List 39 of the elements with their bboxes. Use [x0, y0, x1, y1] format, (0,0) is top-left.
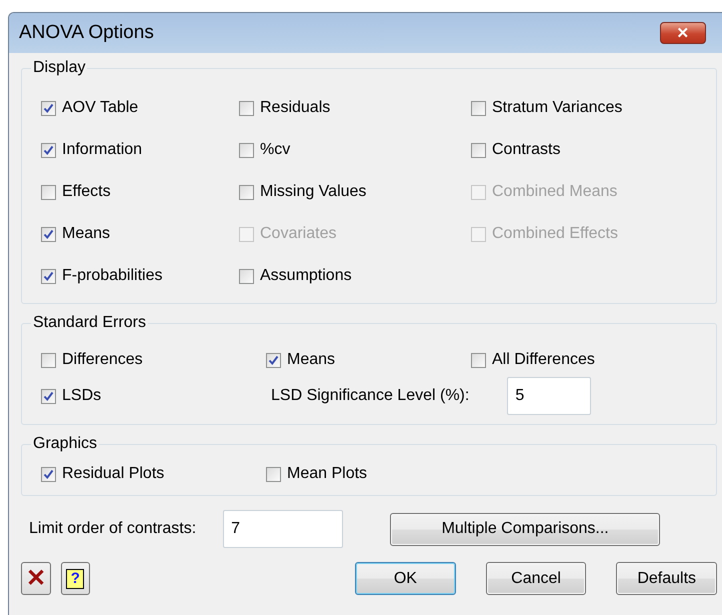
check-icon [43, 102, 54, 114]
checkbox[interactable]: Information [41, 141, 142, 159]
multiple-comparisons-button[interactable]: Multiple Comparisons... [390, 512, 660, 546]
checkbox[interactable]: Stratum Variances [471, 99, 622, 117]
checkbox[interactable]: Mean Plots [266, 465, 368, 483]
check-icon [268, 354, 279, 366]
dialog-button[interactable]: Cancel [486, 562, 586, 595]
checkbox[interactable]: Means [266, 351, 336, 369]
checkbox[interactable]: %cv [239, 141, 290, 159]
check-icon [43, 144, 54, 156]
checkbox[interactable]: Effects [41, 183, 111, 201]
checkbox[interactable]: Residual Plots [41, 465, 164, 483]
limit-order-label: Limit order of contrasts: [29, 520, 196, 538]
group-legend: Standard Errors [31, 314, 148, 332]
limit-order-field[interactable]: 7 [223, 510, 344, 548]
checkbox[interactable]: Contrasts [471, 141, 560, 159]
help-button[interactable]: ? [60, 562, 90, 595]
checkbox[interactable]: All Differences [471, 351, 595, 369]
check-icon [43, 228, 54, 240]
checkbox[interactable]: Differences [41, 351, 143, 369]
checkbox[interactable]: Means [41, 225, 110, 243]
check-icon [43, 270, 54, 282]
close-button[interactable]: ✕ [660, 22, 706, 44]
checkbox[interactable]: Missing Values [239, 183, 366, 201]
check-icon [43, 390, 54, 402]
checkbox[interactable]: Residuals [239, 99, 330, 117]
checkbox[interactable]: LSDs [41, 387, 102, 405]
group-legend: Graphics [31, 435, 100, 453]
dialog-button[interactable]: OK [355, 562, 456, 595]
checkbox[interactable]: F-probabilities [41, 267, 162, 285]
lsd-level-field[interactable]: 5 [507, 377, 592, 415]
group-legend: Display [31, 59, 88, 77]
checkbox[interactable]: Assumptions [239, 267, 352, 285]
check-icon [43, 468, 54, 480]
dialog-button[interactable]: Defaults [616, 562, 718, 595]
cancel-icon-button[interactable]: ✕ [21, 562, 51, 595]
lsd-level-label: LSD Significance Level (%): [271, 387, 470, 405]
window-title: ANOVA Options [19, 22, 154, 44]
checkbox[interactable]: AOV Table [41, 99, 138, 117]
